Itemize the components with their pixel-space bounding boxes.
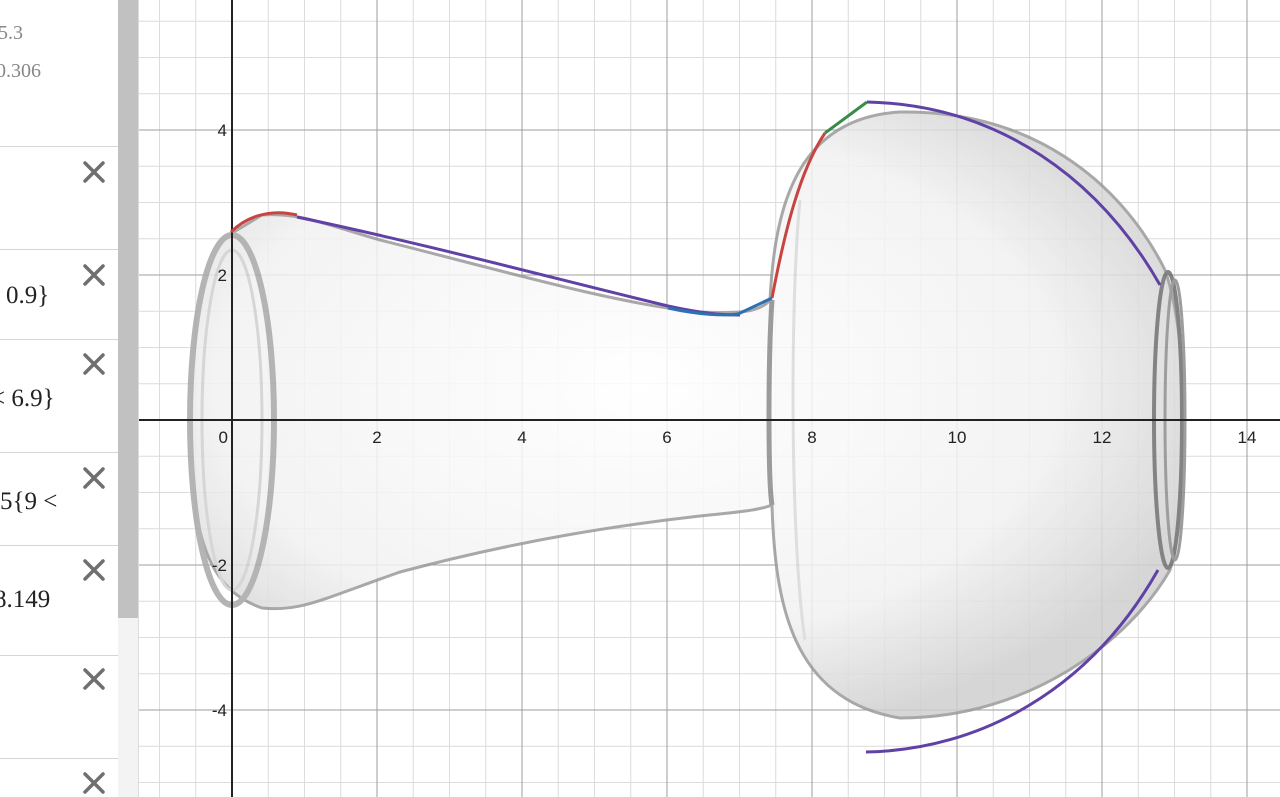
expression-latex: 5{9 < <box>0 488 58 515</box>
x-tick-label: 6 <box>662 428 671 447</box>
expression-item-2[interactable]: 0.9} <box>0 250 118 340</box>
expression-item-3[interactable]: < 6.9} <box>0 340 118 453</box>
expression-list: 5.3 0.306 0.9} < 6.9} 5{9 < 8.149 <box>0 0 118 797</box>
x-tick-label: 12 <box>1093 428 1112 447</box>
close-icon <box>83 353 105 375</box>
delete-expression-button[interactable] <box>80 556 108 584</box>
x-tick-label: 14 <box>1238 428 1257 447</box>
expression-item-7[interactable] <box>0 759 118 797</box>
x-tick-label: 2 <box>372 428 381 447</box>
delete-expression-button[interactable] <box>80 261 108 289</box>
expression-item-1[interactable] <box>0 147 118 250</box>
y-tick-label: -2 <box>212 556 227 575</box>
delete-expression-button[interactable] <box>80 665 108 693</box>
x-tick-label: 4 <box>517 428 526 447</box>
x-tick-label: 8 <box>807 428 816 447</box>
delete-expression-button[interactable] <box>80 464 108 492</box>
expression-item-6[interactable] <box>0 656 118 759</box>
expression-item-4[interactable]: 5{9 < <box>0 453 118 546</box>
close-icon <box>83 161 105 183</box>
delete-expression-button[interactable] <box>80 350 108 378</box>
y-tick-label: 2 <box>218 266 227 285</box>
expression-latex: 8.149 <box>0 586 51 613</box>
y-tick-label: -4 <box>212 701 227 720</box>
delete-expression-button[interactable] <box>80 769 108 797</box>
x-tick-label: 0 <box>219 428 228 447</box>
graph-paper[interactable]: 0 2 4 6 8 10 12 14 4 2 -2 -4 <box>139 0 1280 797</box>
y-tick-label: 4 <box>218 121 227 140</box>
close-icon <box>83 264 105 286</box>
expression-value-line-2: 0.306 <box>0 60 41 82</box>
expression-item-5[interactable]: 8.149 <box>0 546 118 656</box>
expression-item-top[interactable]: 5.3 0.306 <box>0 0 118 147</box>
close-icon <box>83 467 105 489</box>
delete-expression-button[interactable] <box>80 158 108 186</box>
close-icon <box>83 559 105 581</box>
expression-latex: 0.9} <box>6 282 50 309</box>
close-icon <box>83 772 105 794</box>
expression-value-line-1: 5.3 <box>0 22 23 44</box>
close-icon <box>83 668 105 690</box>
x-tick-label: 10 <box>948 428 967 447</box>
expression-list-scrollbar-thumb[interactable] <box>118 0 138 618</box>
expression-latex: < 6.9} <box>0 385 55 412</box>
